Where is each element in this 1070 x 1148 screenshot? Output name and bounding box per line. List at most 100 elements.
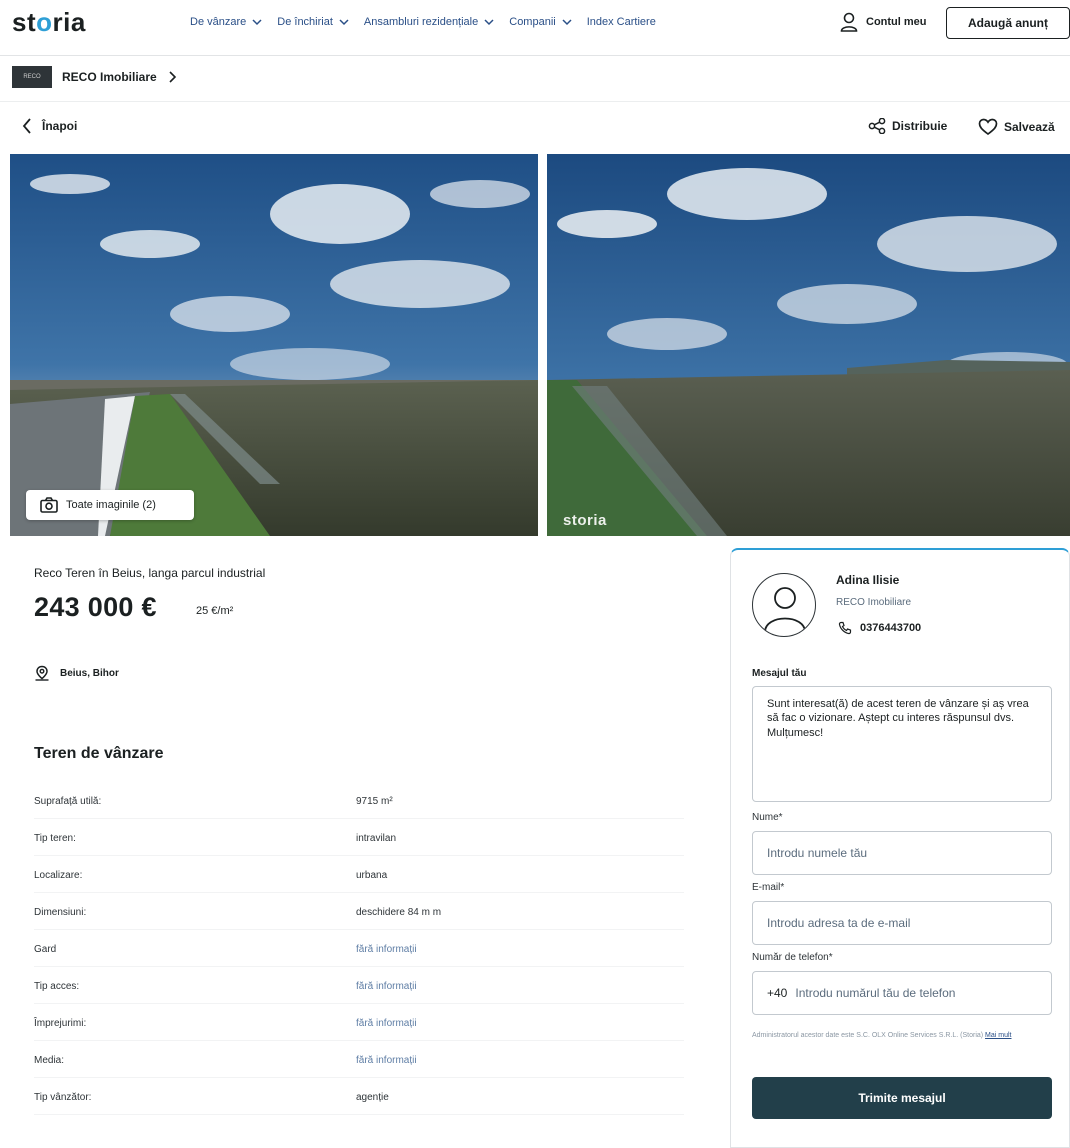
chevron-right-icon bbox=[169, 71, 176, 83]
listing-photo-main[interactable] bbox=[10, 154, 538, 536]
agent-phone: 0376443700 bbox=[860, 622, 922, 634]
spec-key: Tip vânzător: bbox=[34, 1092, 92, 1103]
heart-icon bbox=[978, 118, 998, 136]
photo-watermark: storia bbox=[563, 512, 607, 529]
top-navigation-bar: storia De vânzare De închiriat Ansamblur… bbox=[0, 0, 1070, 52]
agent-phone-link[interactable]: 0376443700 bbox=[838, 621, 921, 635]
section-title: Teren de vânzare bbox=[34, 745, 164, 762]
storia-logo[interactable]: storia bbox=[12, 7, 86, 38]
spec-value: 9715 m² bbox=[356, 796, 393, 807]
spec-key: Gard bbox=[34, 944, 57, 955]
nav-item-ansambluri[interactable]: Ansambluri rezidențiale bbox=[364, 16, 495, 28]
spec-row: Tip vânzător: agenție bbox=[34, 1086, 684, 1123]
email-input[interactable] bbox=[767, 916, 1037, 930]
nav-item-label: Companii bbox=[509, 16, 556, 28]
name-field[interactable] bbox=[752, 831, 1052, 875]
save-button[interactable]: Salvează bbox=[978, 118, 1055, 136]
share-button[interactable]: Distribuie bbox=[868, 118, 947, 134]
agency-name: RECO Imobiliare bbox=[62, 70, 157, 84]
message-label: Mesajul tău bbox=[752, 668, 807, 679]
email-field[interactable] bbox=[752, 901, 1052, 945]
spec-value: fără informații bbox=[356, 1055, 417, 1066]
account-label: Contul meu bbox=[866, 16, 927, 28]
spec-value: fără informații bbox=[356, 944, 417, 955]
phone-icon bbox=[838, 621, 852, 635]
legal-notice: Administratorul acestor date este S.C. O… bbox=[752, 1031, 1052, 1040]
agency-breadcrumb[interactable]: RECO RECO Imobiliare bbox=[12, 66, 177, 88]
listing-title: Reco Teren în Beius, langa parcul indust… bbox=[34, 566, 266, 580]
nav-item-index-cartiere[interactable]: Index Cartiere bbox=[587, 16, 656, 28]
nav-item-label: De închiriat bbox=[277, 16, 333, 28]
land-photo-field bbox=[547, 154, 1070, 536]
back-button[interactable]: Înapoi bbox=[22, 118, 77, 134]
listing-photo-secondary[interactable] bbox=[547, 154, 1070, 536]
nav-item-label: De vânzare bbox=[190, 16, 247, 28]
all-images-label: Toate imaginile (2) bbox=[66, 499, 156, 511]
map-pin-icon bbox=[35, 665, 49, 681]
spec-row: Tip acces: fără informații bbox=[34, 975, 684, 1012]
spec-value: agenție bbox=[356, 1092, 389, 1103]
user-icon bbox=[764, 587, 806, 633]
email-label: E-mail* bbox=[752, 882, 785, 893]
camera-icon bbox=[40, 497, 58, 513]
agent-avatar bbox=[752, 573, 816, 637]
name-input[interactable] bbox=[767, 846, 1037, 860]
spec-value: fără informații bbox=[356, 981, 417, 992]
nav-item-companii[interactable]: Companii bbox=[509, 16, 572, 28]
phone-label: Număr de telefon* bbox=[752, 952, 833, 963]
spec-key: Localizare: bbox=[34, 870, 83, 881]
add-listing-button[interactable]: Adaugă anunț bbox=[946, 7, 1070, 39]
name-label: Nume* bbox=[752, 812, 783, 823]
spec-row: Suprafață utilă: 9715 m² bbox=[34, 790, 684, 827]
chevron-down-icon bbox=[339, 19, 349, 26]
spec-row: Dimensiuni: deschidere 84 m m bbox=[34, 901, 684, 938]
share-label: Distribuie bbox=[892, 119, 948, 133]
main-nav: De vânzare De închiriat Ansambluri rezid… bbox=[190, 16, 656, 28]
price-per-sqm: 25 €/m² bbox=[196, 605, 234, 617]
listing-location[interactable]: Beius, Bihor bbox=[34, 665, 119, 681]
location-label: Beius, Bihor bbox=[60, 667, 119, 679]
agent-name: Adina Ilisie bbox=[836, 573, 900, 587]
agent-agency: RECO Imobiliare bbox=[836, 597, 912, 608]
user-icon bbox=[840, 12, 858, 32]
back-label: Înapoi bbox=[42, 119, 78, 133]
logo-text-accent: o bbox=[36, 7, 53, 37]
account-link[interactable]: Contul meu bbox=[840, 12, 927, 32]
phone-prefix[interactable]: +40 bbox=[767, 986, 787, 1000]
spec-key: Tip teren: bbox=[34, 833, 76, 844]
nav-item-de-vanzare[interactable]: De vânzare bbox=[190, 16, 263, 28]
chevron-left-icon bbox=[22, 118, 31, 134]
share-icon bbox=[868, 118, 886, 134]
spec-key: Împrejurimi: bbox=[34, 1018, 87, 1029]
spec-key: Media: bbox=[34, 1055, 65, 1066]
chevron-down-icon bbox=[562, 19, 572, 26]
spec-key: Suprafață utilă: bbox=[34, 796, 102, 807]
save-label: Salvează bbox=[1004, 120, 1055, 134]
nav-item-de-inchiriat[interactable]: De închiriat bbox=[277, 16, 350, 28]
nav-item-label: Ansambluri rezidențiale bbox=[363, 16, 479, 28]
spec-row: Localizare: urbana bbox=[34, 864, 684, 901]
legal-text: Administratorul acestor date este S.C. O… bbox=[752, 1032, 984, 1039]
phone-field[interactable]: +40 bbox=[752, 971, 1052, 1015]
land-photo-road bbox=[10, 154, 538, 536]
spec-key: Tip acces: bbox=[34, 981, 80, 992]
header-divider bbox=[0, 55, 1070, 56]
logo-text-end: ria bbox=[52, 7, 86, 37]
spec-value: intravilan bbox=[356, 833, 397, 844]
chevron-down-icon bbox=[252, 19, 262, 26]
nav-item-label: Index Cartiere bbox=[586, 16, 656, 28]
legal-more-link[interactable]: Mai mult bbox=[985, 1032, 1011, 1039]
all-images-button[interactable]: Toate imaginile (2) bbox=[26, 490, 194, 520]
agency-divider bbox=[0, 101, 1070, 102]
logo-text-start: st bbox=[12, 7, 37, 37]
spec-row: Gard fără informații bbox=[34, 938, 684, 975]
message-textarea[interactable] bbox=[752, 686, 1052, 802]
spec-row: Împrejurimi: fără informații bbox=[34, 1012, 684, 1049]
listing-price: 243 000 € bbox=[34, 592, 157, 622]
spec-value: fără informații bbox=[356, 1018, 417, 1029]
chevron-down-icon bbox=[484, 19, 494, 26]
phone-input[interactable] bbox=[795, 986, 1037, 1000]
send-message-button[interactable]: Trimite mesajul bbox=[752, 1077, 1052, 1119]
spec-value: urbana bbox=[356, 870, 388, 881]
spec-key: Dimensiuni: bbox=[34, 907, 87, 918]
